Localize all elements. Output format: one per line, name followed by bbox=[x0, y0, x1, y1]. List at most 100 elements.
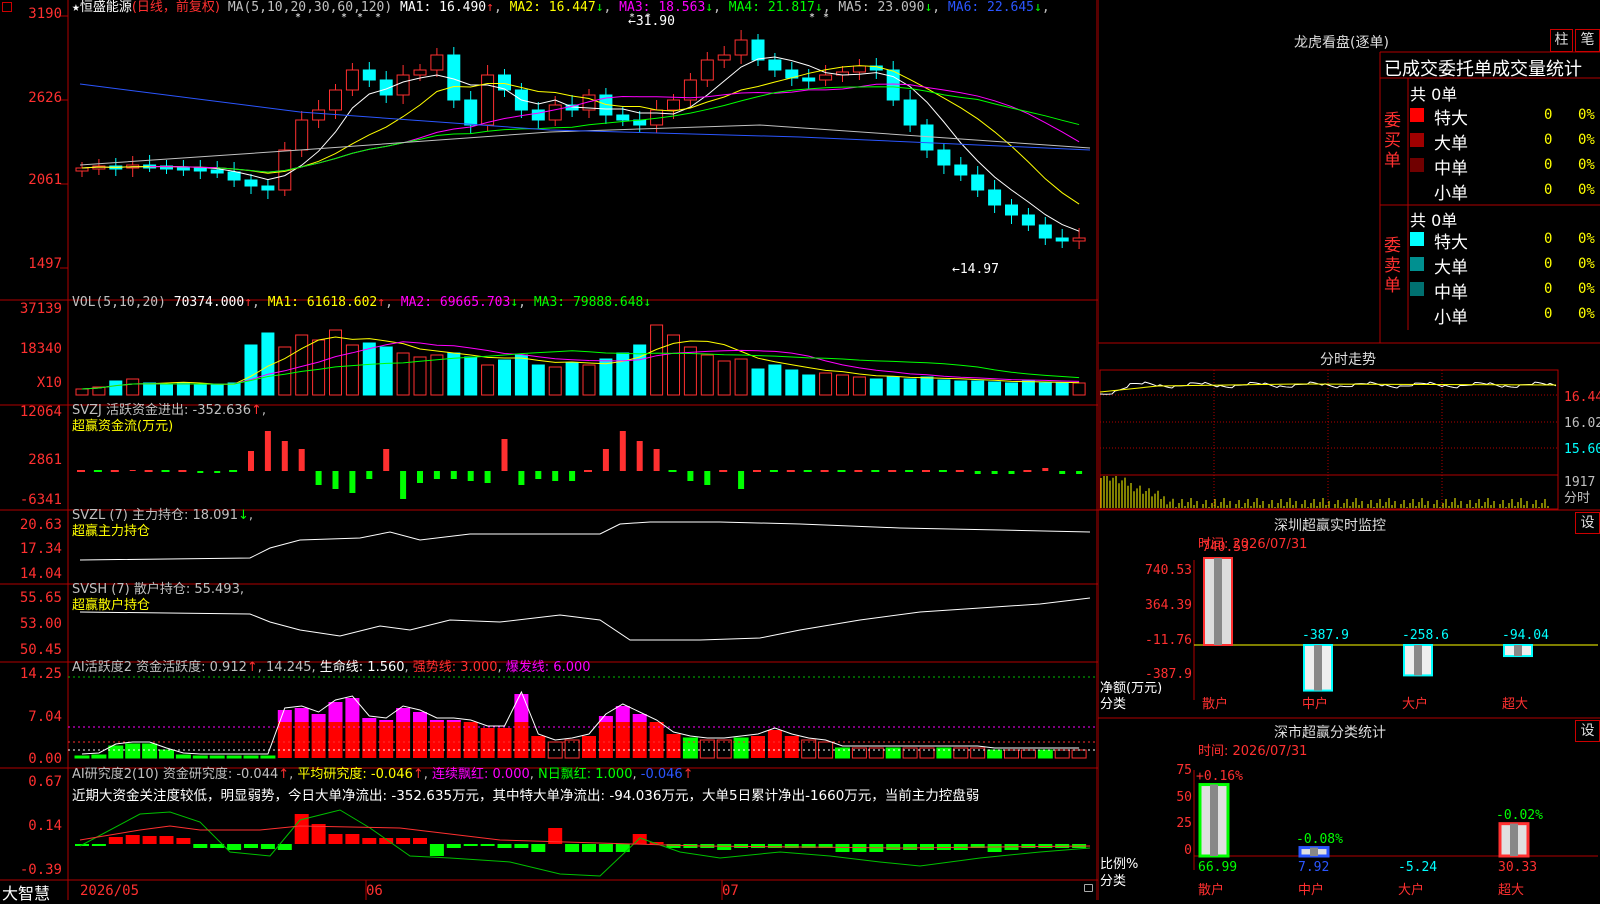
up-arrow-icon: ↑ bbox=[486, 0, 494, 15]
classify-bar bbox=[1498, 822, 1530, 858]
classify-time: 时间: 2026/07/31 bbox=[1198, 744, 1308, 759]
volume-bar bbox=[886, 376, 900, 396]
sell-swatch bbox=[1410, 307, 1424, 321]
sell-name: 小单 bbox=[1434, 308, 1468, 328]
monitor-category: 中户 bbox=[1302, 697, 1329, 712]
classify-settings-button[interactable]: 设 bbox=[1575, 720, 1600, 742]
svsh-y-label: 50.45 bbox=[19, 642, 62, 658]
candle bbox=[582, 89, 596, 118]
ma-value-3: MA3: 18.563 bbox=[611, 0, 706, 15]
classify-y-label: 0 bbox=[1184, 843, 1192, 858]
monitor-settings-button[interactable]: 设 bbox=[1575, 512, 1600, 534]
svzj-bar bbox=[383, 449, 390, 471]
volume-bar bbox=[413, 356, 427, 396]
sell-percent: 0% bbox=[1578, 306, 1595, 322]
stock-name: 恒盛能源 bbox=[79, 0, 132, 15]
svzj-bar bbox=[315, 471, 322, 485]
buy-name: 中单 bbox=[1434, 159, 1468, 179]
buy-swatch bbox=[1410, 158, 1424, 172]
sell-percent: 0% bbox=[1578, 256, 1595, 272]
star-icon[interactable]: ★ bbox=[72, 0, 80, 15]
sell-name: 特大 bbox=[1434, 233, 1468, 253]
volume-bar bbox=[667, 334, 680, 396]
volume-bar bbox=[599, 358, 613, 396]
main-y-label: 2061 bbox=[28, 172, 62, 188]
svzj-y-label: -6341 bbox=[19, 492, 62, 508]
volume-bar bbox=[210, 384, 224, 396]
classify-bar-value: 66.99 bbox=[1198, 860, 1238, 875]
intraday-vol-max: 1917 bbox=[1564, 475, 1596, 490]
volume-bar bbox=[362, 342, 376, 396]
monitor-title: 深圳超赢实时监控 bbox=[1274, 518, 1386, 534]
svzj-bar bbox=[1042, 468, 1049, 471]
ai-research-title: AI研究度2(10) 资金研究度: -0.044 bbox=[72, 767, 279, 782]
buy-swatch bbox=[1410, 108, 1424, 122]
volume-bar bbox=[514, 354, 528, 396]
svzj-bar bbox=[518, 471, 525, 485]
up-arrow-icon: ↑ bbox=[246, 660, 258, 675]
dragon-title: 龙虎看盘(逐单) bbox=[1294, 35, 1389, 51]
buy-orders-label: 委买单 bbox=[1384, 111, 1401, 171]
classify-bar-change: +0.16% bbox=[1196, 768, 1243, 784]
volume-bar bbox=[227, 382, 241, 396]
svzj-bar bbox=[569, 471, 576, 481]
ma-value-2: MA2: 16.447 bbox=[501, 0, 596, 15]
main-y-label: 2626 bbox=[28, 90, 62, 106]
intraday-y-high: 16.44 bbox=[1564, 390, 1600, 405]
ai-research-v3: 连续飘红: 0.000 bbox=[432, 767, 530, 782]
volume-bar bbox=[751, 368, 765, 396]
svzj-bar bbox=[619, 431, 626, 471]
volume-bar bbox=[988, 381, 1002, 396]
svzj-bar bbox=[552, 471, 559, 481]
main-y-label: 3190 bbox=[28, 6, 62, 22]
brand-label[interactable]: 大智慧 bbox=[2, 880, 50, 904]
svzj-bar bbox=[264, 431, 271, 471]
candle bbox=[531, 102, 545, 129]
ai2-y-label: 0.67 bbox=[28, 774, 62, 790]
volume-bar bbox=[329, 329, 342, 396]
monitor-axis-label: 净额(万元) bbox=[1100, 681, 1163, 696]
classify-category: 中户 bbox=[1298, 883, 1325, 898]
bar-mode-button[interactable]: 柱 bbox=[1550, 29, 1573, 52]
volume-bar bbox=[836, 374, 849, 396]
up-arrow-icon: ↑ bbox=[244, 295, 253, 310]
tick-mode-button[interactable]: 笔 bbox=[1575, 29, 1600, 52]
volume-bar bbox=[548, 366, 562, 396]
classify-bar-value: 7.92 bbox=[1298, 860, 1330, 875]
svzj-bar bbox=[484, 471, 491, 483]
down-arrow-icon: ↓ bbox=[924, 0, 933, 15]
vol-y-label: X10 bbox=[36, 375, 62, 391]
volume-bar bbox=[1055, 382, 1069, 396]
main-title-row: ★恒盛能源(日线，前复权) MA(5,10,20,30,60,120) MA1:… bbox=[72, 0, 1050, 16]
candle bbox=[345, 63, 359, 96]
date-label-jul: 07 bbox=[722, 883, 739, 899]
candle bbox=[1021, 208, 1035, 231]
svzj-bars bbox=[77, 431, 1083, 499]
buy-name: 大单 bbox=[1434, 134, 1468, 154]
buy-name: 小单 bbox=[1434, 184, 1468, 204]
lock-icon[interactable] bbox=[1084, 884, 1093, 892]
main-y-label: 1497 bbox=[28, 256, 62, 272]
monitor-category-label: 分类 bbox=[1100, 697, 1127, 712]
kline-chart-area[interactable]: * * * * * * * * ★恒盛能源(日线，前复权) MA(5,10,20,30,60,… bbox=[0, 0, 1098, 903]
volume-bar bbox=[971, 380, 985, 396]
monitor-y-label: -387.9 bbox=[1145, 667, 1192, 682]
candle bbox=[785, 62, 799, 86]
svzl-subtitle: 超赢主力持仓 bbox=[72, 524, 151, 539]
svzj-bar bbox=[1076, 471, 1083, 474]
vol-ma1: MA1: 61618.602 bbox=[267, 295, 378, 310]
candle bbox=[362, 62, 376, 87]
volume-bar bbox=[430, 354, 444, 396]
candle bbox=[819, 65, 833, 86]
svzj-bar bbox=[738, 471, 745, 489]
volume-bar bbox=[869, 378, 883, 396]
volume-bar bbox=[937, 379, 951, 396]
candles bbox=[75, 30, 1086, 249]
classify-category: 散户 bbox=[1198, 883, 1225, 898]
candle bbox=[227, 162, 241, 187]
svzl-title-row: SVZL (7) 主力持仓: 18.091↓, 超赢主力持仓 bbox=[72, 508, 254, 539]
volume-bar bbox=[852, 376, 866, 396]
volume-bar bbox=[1005, 382, 1018, 396]
date-label-jun: 06 bbox=[366, 883, 383, 899]
candle bbox=[396, 65, 410, 104]
